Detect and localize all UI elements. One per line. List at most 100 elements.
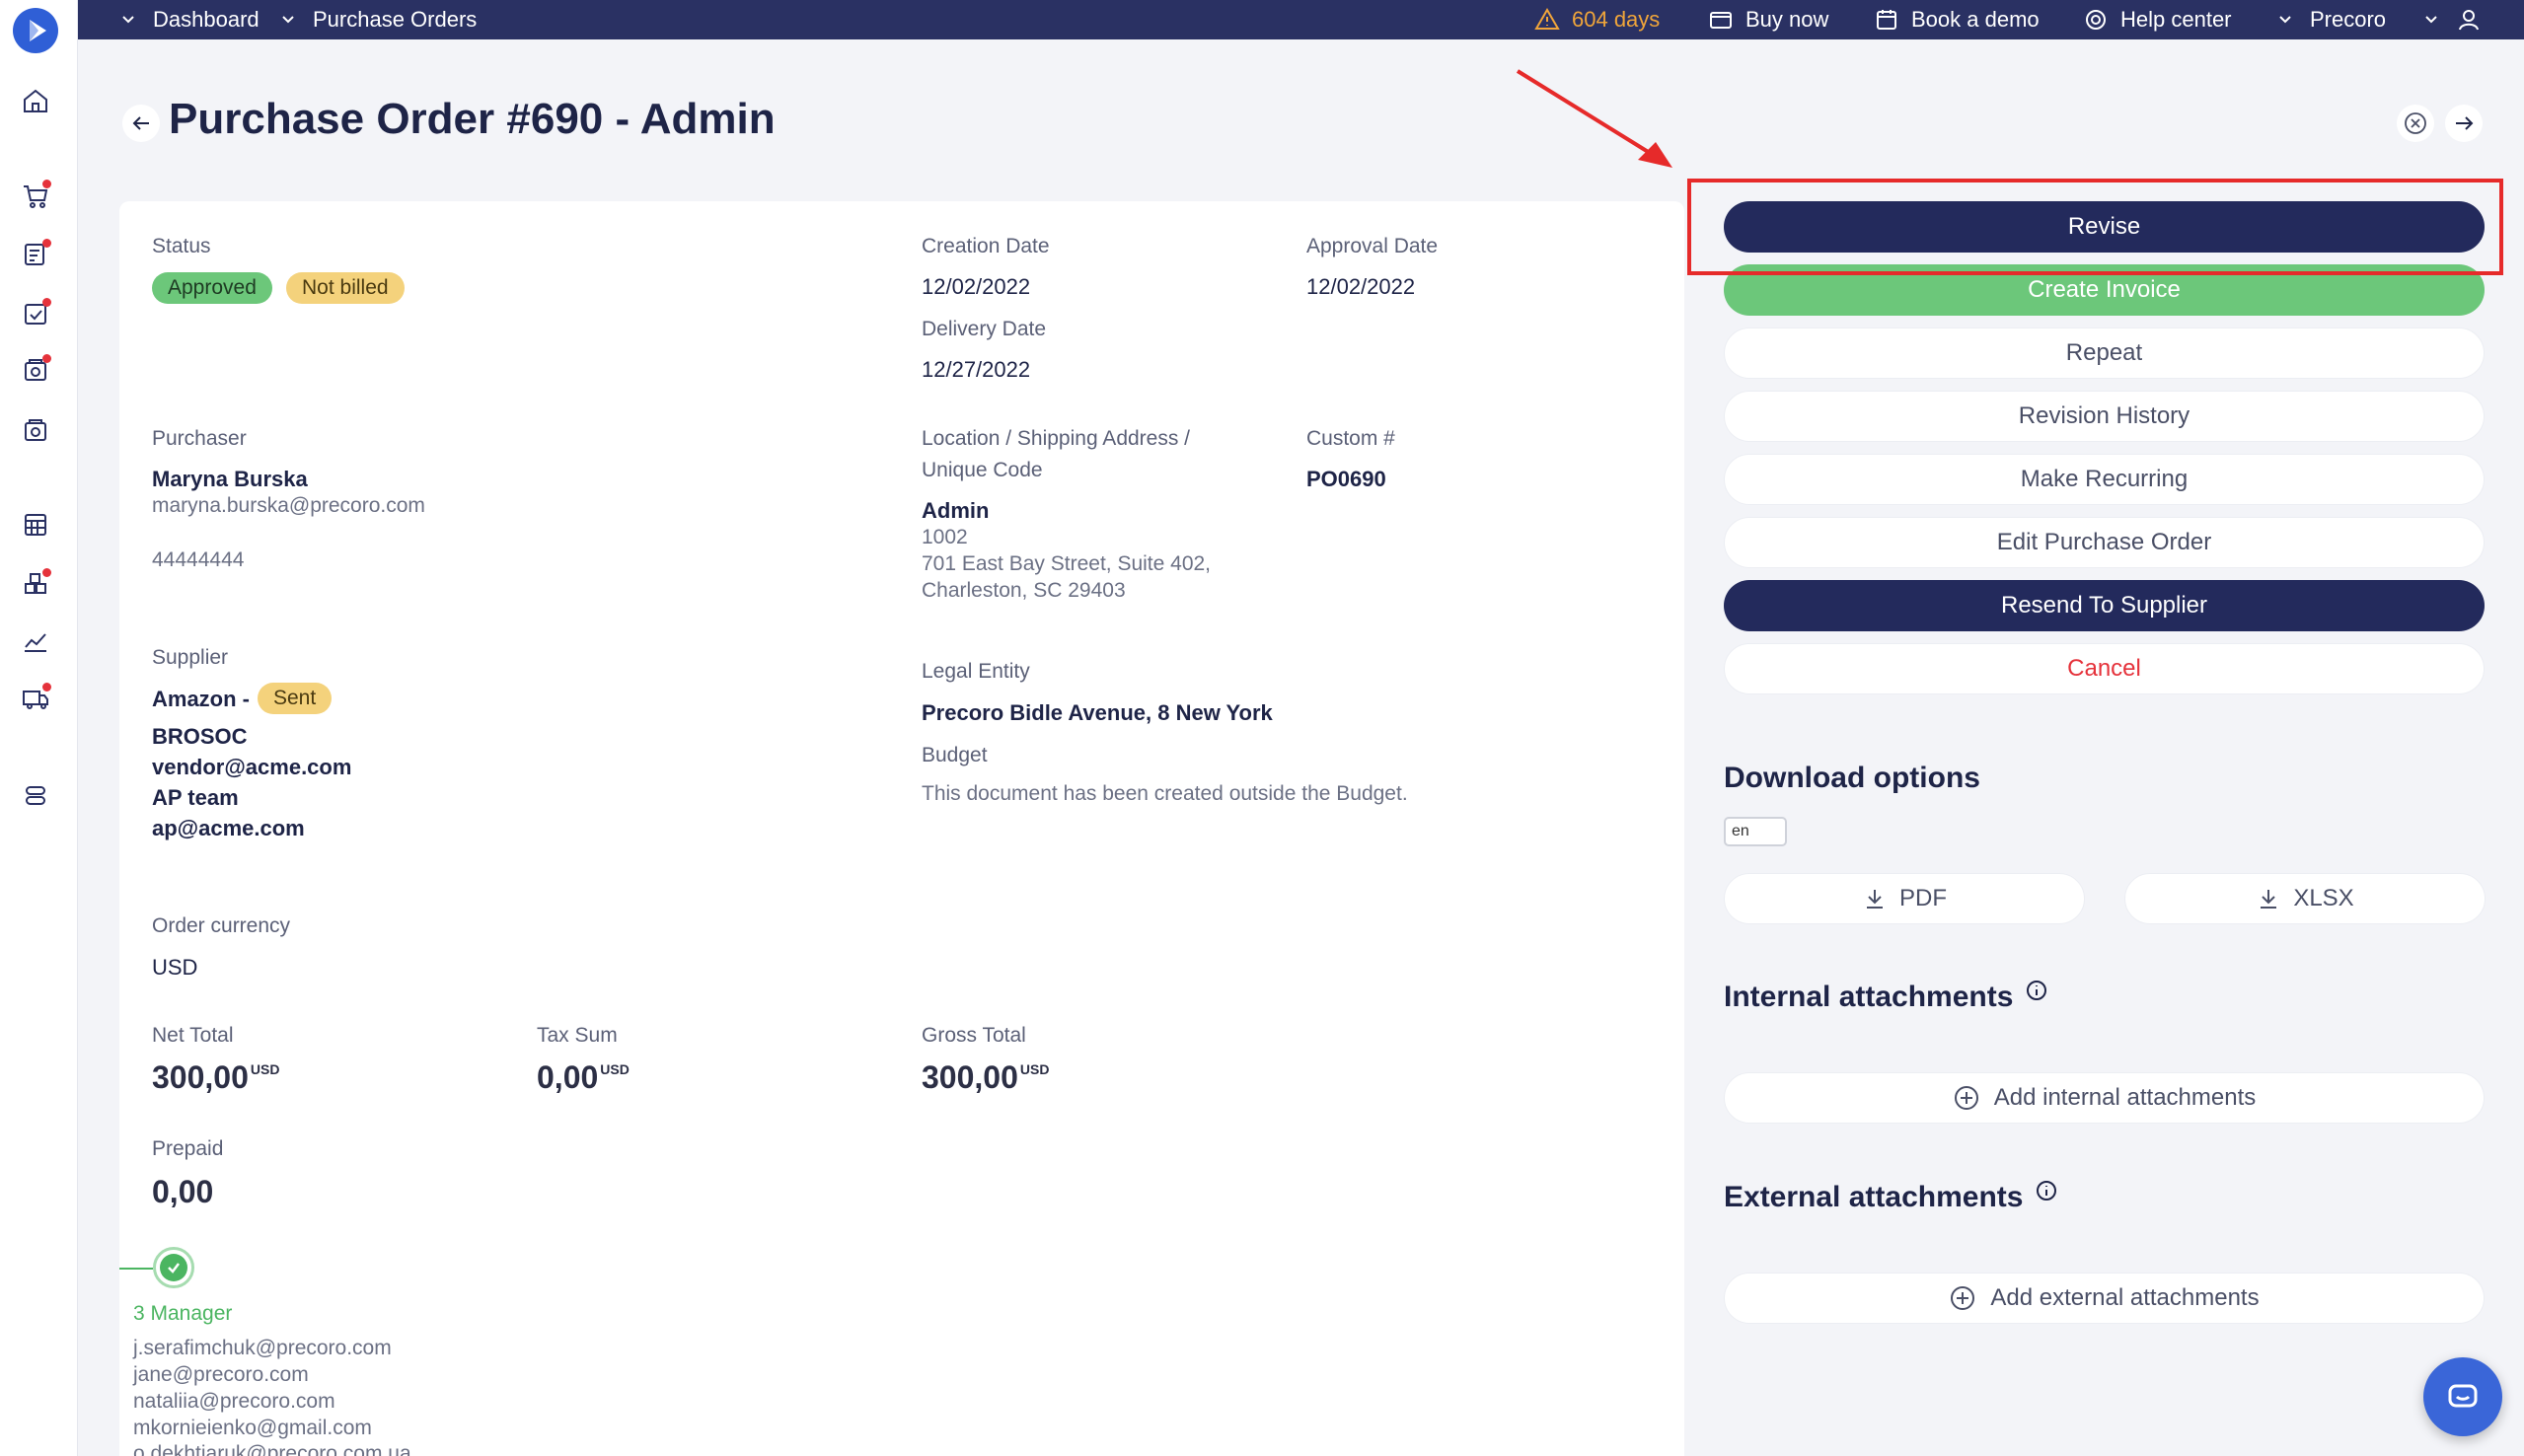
currency-value: USD <box>152 955 198 980</box>
location-address-line2: Charleston, SC 29403 <box>922 579 1126 602</box>
cancel-button[interactable]: Cancel <box>1724 643 2485 694</box>
approvals-icon[interactable] <box>18 296 53 331</box>
buy-now-link[interactable]: Buy now <box>1708 0 1828 39</box>
help-center-label: Help center <box>2120 7 2232 32</box>
download-xlsx-button[interactable]: XLSX <box>2124 873 2486 924</box>
sidebar <box>0 0 78 1456</box>
budget-text: This document has been created outside t… <box>922 782 1408 805</box>
delivery-icon[interactable] <box>18 681 53 716</box>
supplier-email: vendor@acme.com <box>152 755 352 779</box>
purchase-order-details-card <box>119 201 1684 1456</box>
highlight-annotation-box <box>1687 179 2503 275</box>
back-button[interactable] <box>122 105 160 142</box>
precoro-logo[interactable] <box>13 8 58 53</box>
location-code: 1002 <box>922 526 968 548</box>
chevron-down-icon <box>2425 16 2437 24</box>
net-total-currency: USD <box>250 1061 280 1077</box>
currency-label: Order currency <box>152 914 291 937</box>
trial-days-indicator[interactable]: 604 days <box>1534 0 1660 39</box>
purchase-orders-icon[interactable] <box>18 237 53 272</box>
download-options-label: Download options <box>1724 762 1980 794</box>
approval-step-check <box>153 1247 194 1288</box>
net-total-label: Net Total <box>152 1024 234 1047</box>
lifebuoy-icon <box>2086 10 2106 30</box>
delivery-date-label: Delivery Date <box>922 318 1047 340</box>
arrow-right-icon <box>2456 116 2474 130</box>
home-icon[interactable] <box>18 83 53 118</box>
approver-email: nataliia@precoro.com <box>133 1390 335 1413</box>
cart-icon[interactable] <box>18 178 53 213</box>
budgets-icon[interactable] <box>18 507 53 543</box>
close-button[interactable] <box>2397 105 2434 142</box>
invoices-icon[interactable] <box>18 412 53 448</box>
repeat-button[interactable]: Repeat <box>1724 328 2485 379</box>
chat-support-button[interactable] <box>2423 1357 2502 1436</box>
edit-purchase-order-button[interactable]: Edit Purchase Order <box>1724 517 2485 568</box>
top-navigation-bar: Dashboard Purchase Orders 604 days Buy n… <box>78 0 2524 39</box>
check-icon <box>168 1263 180 1274</box>
approver-email: j.serafimchuk@precoro.com <box>133 1337 392 1359</box>
external-attachments-title: External attachments <box>1724 1181 2058 1214</box>
download-options-title: Download options <box>1724 762 1980 795</box>
revision-history-button[interactable]: Revision History <box>1724 391 2485 442</box>
make-recurring-button[interactable]: Make Recurring <box>1724 454 2485 505</box>
approval-step-connector <box>119 1268 153 1270</box>
supplier-name[interactable]: Amazon - <box>152 687 250 712</box>
analytics-icon[interactable] <box>18 623 53 659</box>
approver-email: mkornieienko@gmail.com <box>133 1417 372 1439</box>
add-external-attachments-button[interactable]: Add external attachments <box>1724 1273 2485 1324</box>
resend-to-supplier-button[interactable]: Resend To Supplier <box>1724 580 2485 631</box>
info-icon[interactable] <box>2025 979 2048 1002</box>
calendar-icon <box>1877 10 1896 30</box>
chat-icon <box>2448 1384 2478 1408</box>
breadcrumb-dashboard[interactable]: Dashboard <box>115 0 260 39</box>
tax-sum-value: 0,00 USD <box>537 1059 630 1095</box>
user-icon <box>2459 10 2479 31</box>
download-pdf-button[interactable]: PDF <box>1724 873 2085 924</box>
arrow-left-icon <box>132 116 149 130</box>
chevron-down-icon <box>122 16 134 24</box>
user-menu[interactable] <box>2418 0 2482 39</box>
download-icon <box>2261 890 2277 909</box>
approver-email: jane@precoro.com <box>133 1363 309 1386</box>
location-label: Location / Shipping Address / <box>922 427 1191 450</box>
breadcrumb-purchase-orders-label: Purchase Orders <box>313 7 478 32</box>
help-center-link[interactable]: Help center <box>2083 0 2232 39</box>
status-label: Status <box>152 235 211 257</box>
supplier-team-email: ap@acme.com <box>152 816 305 840</box>
supplier-status-badge: Sent <box>258 683 333 714</box>
page-title: Purchase Order #690 - Admin <box>169 95 776 143</box>
company-name: Precoro <box>2310 7 2387 32</box>
add-internal-attachments-label: Add internal attachments <box>1993 1084 2257 1111</box>
net-total-value: 300,00 USD <box>152 1059 280 1095</box>
tax-sum-currency: USD <box>600 1061 630 1077</box>
next-button[interactable] <box>2445 105 2483 142</box>
supplier-label: Supplier <box>152 646 229 669</box>
purchaser-label: Purchaser <box>152 427 247 450</box>
status-badge-approved: Approved <box>152 272 272 304</box>
location-name: Admin <box>922 498 990 523</box>
company-switcher[interactable]: Precoro <box>2272 0 2386 39</box>
language-select[interactable]: en <box>1724 817 1787 846</box>
add-internal-attachments-button[interactable]: Add internal attachments <box>1724 1072 2485 1124</box>
settings-icon[interactable] <box>18 777 53 813</box>
info-icon[interactable] <box>2035 1179 2058 1202</box>
book-demo-link[interactable]: Book a demo <box>1874 0 2040 39</box>
status-badge-billing: Not billed <box>286 272 405 304</box>
buy-now-label: Buy now <box>1745 7 1829 32</box>
tax-sum-label: Tax Sum <box>537 1024 618 1047</box>
book-demo-label: Book a demo <box>1911 7 2040 32</box>
gross-total-currency: USD <box>1019 1061 1050 1077</box>
location-label-line2: Unique Code <box>922 459 1043 481</box>
inventory-icon[interactable] <box>18 566 53 602</box>
delivery-date-value: 12/27/2022 <box>922 357 1031 382</box>
breadcrumb-purchase-orders[interactable]: Purchase Orders <box>275 0 477 39</box>
custom-number-value: PO0690 <box>1306 467 1386 491</box>
download-pdf-label: PDF <box>1899 885 1947 911</box>
location-address-line1: 701 East Bay Street, Suite 402, <box>922 552 1212 575</box>
creation-date-value: 12/02/2022 <box>922 274 1031 299</box>
download-icon <box>1867 890 1883 909</box>
approval-date-value: 12/02/2022 <box>1306 274 1416 299</box>
receipts-icon[interactable] <box>18 352 53 388</box>
download-xlsx-label: XLSX <box>2293 885 2354 911</box>
